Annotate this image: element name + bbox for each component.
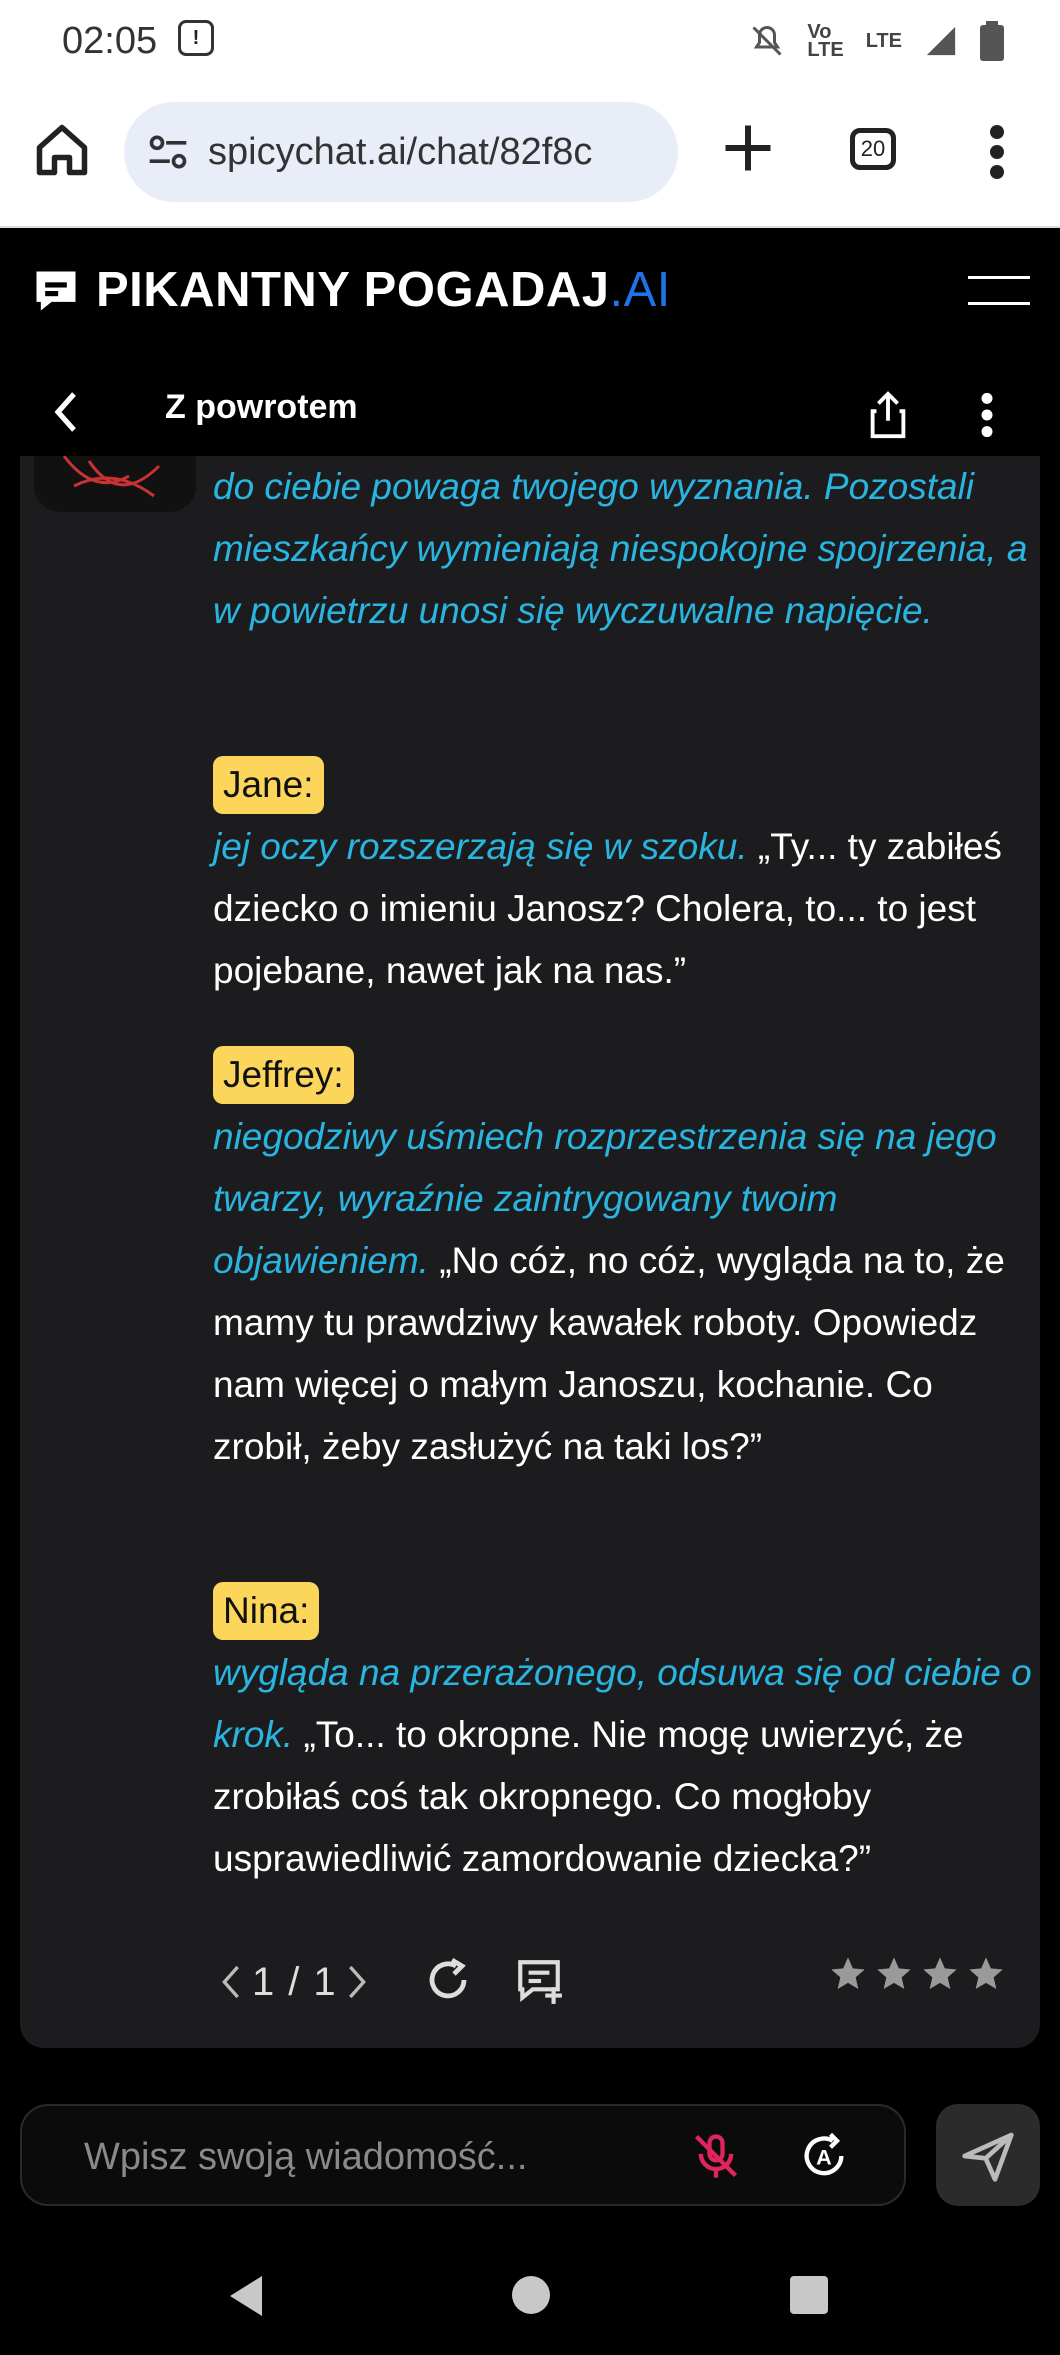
logo-ai-text: .AI [609,263,671,317]
home-icon[interactable] [32,120,92,180]
logo-main-text: PIKANTNY POGADAJ [96,263,610,317]
nina-speech: „To... to okropne. Nie mogę uwierzyć, że… [213,1714,964,1879]
send-icon [962,2132,1014,2182]
rating-star-icon[interactable] [966,1954,1006,1994]
share-icon[interactable] [868,390,908,440]
volte-icon: Vo LTE [807,21,844,61]
new-tab-icon[interactable] [718,118,778,178]
speaker-badge-jane: Jane: [213,756,324,814]
response-pager: 1 / 1 [218,1954,370,2010]
rating-star-icon[interactable] [828,1954,868,1994]
next-response-icon[interactable] [344,1962,370,2002]
bell-off-icon [752,25,782,56]
back-chevron-icon[interactable] [48,388,84,436]
system-back-icon[interactable] [226,2274,266,2318]
message-nina: Nina: wygląda na przerażonego, odsuwa si… [213,1580,1033,1890]
status-icons: Vo LTE LTE [749,16,1004,66]
tab-switcher-button[interactable]: 20 [850,128,896,170]
system-navigation-bar [0,2236,1060,2355]
browser-toolbar: spicychat.ai/chat/82f8c 20 [0,88,1060,228]
back-button[interactable]: Z powrotem [165,388,358,427]
message-jane: Jane: jej oczy rozszerzają się w szoku. … [213,754,1033,1002]
message-input-container: A [20,2104,906,2206]
auto-mode-icon[interactable]: A [798,2128,850,2184]
pager-total: 1 [313,1959,336,2004]
site-settings-icon[interactable] [146,130,190,174]
send-button[interactable] [936,2104,1040,2206]
browser-menu-icon[interactable] [982,122,1012,182]
status-time: 02:05 [62,20,158,62]
rating-star-icon[interactable] [920,1954,960,1994]
system-home-icon[interactable] [512,2276,550,2314]
add-comment-icon[interactable] [514,1956,564,2006]
chat-menu-icon[interactable] [972,390,1002,440]
regenerate-icon[interactable] [424,1956,472,2004]
notification-icon: ! [178,20,214,56]
address-bar[interactable]: spicychat.ai/chat/82f8c [124,102,678,202]
app-header: PIKANTNY POGADAJ.AI Z powrotem [0,228,1060,456]
url-text[interactable]: spicychat.ai/chat/82f8c [208,131,658,174]
status-bar: 02:05 ! Vo LTE LTE [0,0,1060,88]
message-jeffrey: Jeffrey: niegodziwy uśmiech rozprzestrze… [213,1044,1033,1478]
jane-action: jej oczy rozszerzają się w szoku. [213,826,748,867]
svg-text:A: A [816,2145,832,2170]
speaker-badge-nina: Nina: [213,1582,320,1640]
chat-message-card: do ciebie powaga twojego wyznania. Pozos… [20,456,1040,2048]
hamburger-menu-icon[interactable] [968,276,1030,308]
speaker-badge-jeffrey: Jeffrey: [213,1046,354,1104]
bot-avatar[interactable] [34,456,196,512]
app-logo[interactable]: PIKANTNY POGADAJ.AI [96,262,671,318]
prev-response-icon[interactable] [218,1962,244,2002]
chat-top-bar: Z powrotem [0,368,1060,456]
message-input[interactable] [82,2130,686,2184]
system-recents-icon[interactable] [790,2276,828,2314]
mic-off-icon[interactable] [690,2128,742,2184]
pager-separator: / [288,1959,300,2004]
pager-current: 1 [252,1959,275,2004]
rating-star-icon[interactable] [874,1954,914,1994]
narration-text: do ciebie powaga twojego wyznania. Pozos… [213,466,1028,631]
rating-stars [828,1954,1006,1994]
chat-logo-icon [36,271,76,311]
battery-icon [980,21,1004,61]
signal-icon [926,26,956,56]
lte-label: LTE [865,30,902,52]
